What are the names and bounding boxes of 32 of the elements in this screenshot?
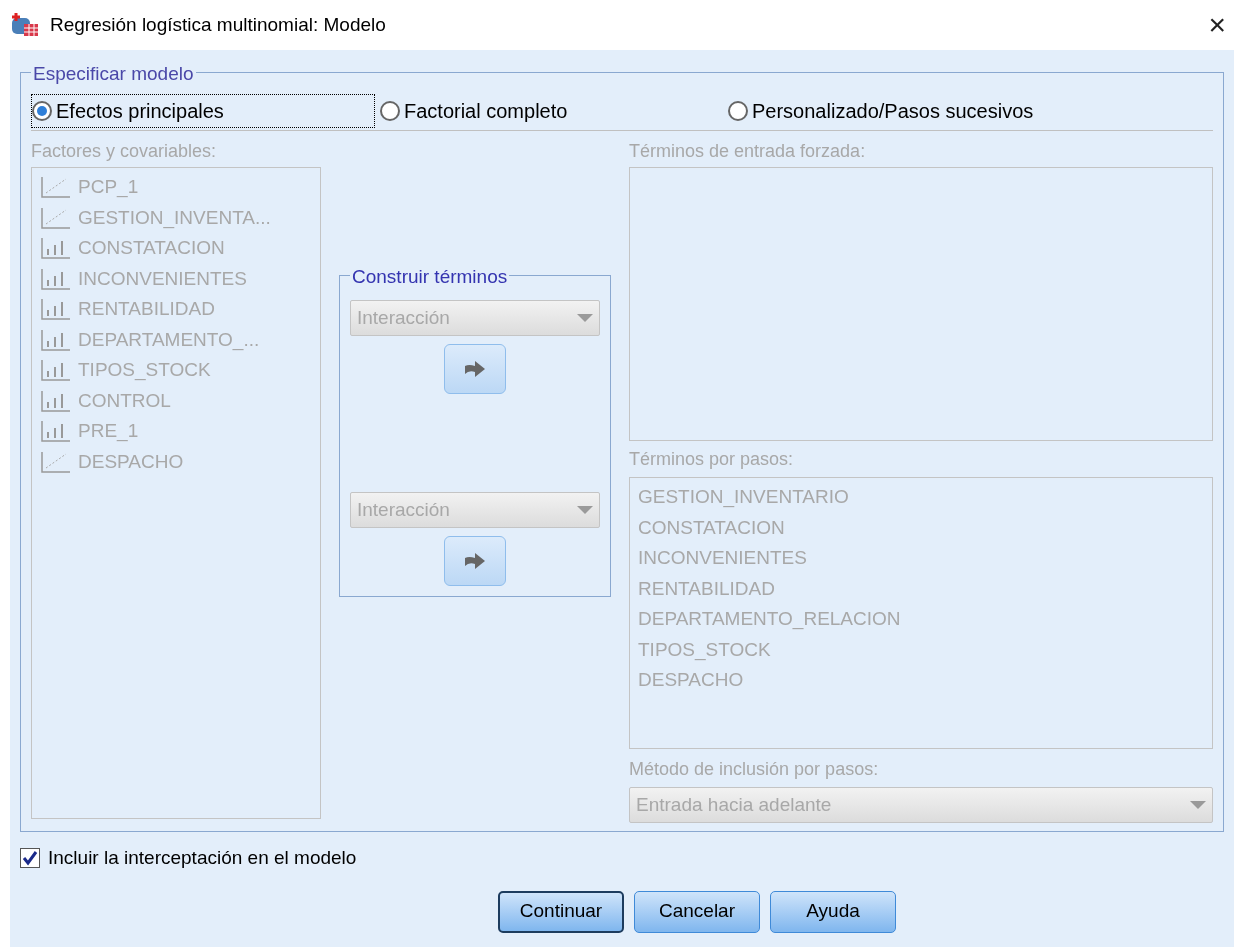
close-button[interactable]: × (1208, 10, 1226, 40)
bar-chart-icon (40, 236, 72, 261)
move-button[interactable] (444, 344, 506, 394)
caret-icon (577, 506, 593, 514)
radio-button[interactable]: Personalizado/Pasos sucesivos (727, 93, 1043, 128)
arrow-icon (463, 360, 487, 378)
bar-chart-icon (40, 327, 72, 352)
dialog-button[interactable]: Cancelar (634, 890, 760, 933)
caret-icon (1190, 801, 1206, 809)
dialog-button[interactable]: Ayuda (770, 890, 896, 933)
ruler-icon (40, 175, 72, 200)
bar-chart-icon (40, 358, 72, 383)
checkbox[interactable]: Incluir la interceptación en el modelo (20, 844, 1224, 873)
bar-chart-icon (40, 266, 72, 291)
dropdown-label: Método de inclusión por pasos: (629, 758, 880, 781)
bar-chart-icon (40, 297, 72, 322)
caret-icon (577, 314, 593, 322)
ruler-icon (40, 205, 72, 230)
list-label: Términos por pasos: (629, 448, 795, 471)
radio-button[interactable]: Factorial completo (379, 93, 719, 128)
ruler-icon (40, 449, 72, 474)
list-label: Términos de entrada forzada: (629, 140, 867, 163)
dialog-button[interactable]: Continuar (498, 890, 624, 933)
window-title: Regresión logística multinomial: Modelo (50, 12, 386, 37)
check-icon (22, 850, 38, 867)
bar-chart-icon (40, 419, 72, 444)
arrow-icon (463, 552, 487, 570)
app-icon (10, 12, 40, 38)
radio-button[interactable]: Efectos principales (31, 93, 375, 128)
list-label: Factores y covariables: (31, 140, 218, 163)
bar-chart-icon (40, 388, 72, 413)
move-button[interactable] (444, 536, 506, 586)
